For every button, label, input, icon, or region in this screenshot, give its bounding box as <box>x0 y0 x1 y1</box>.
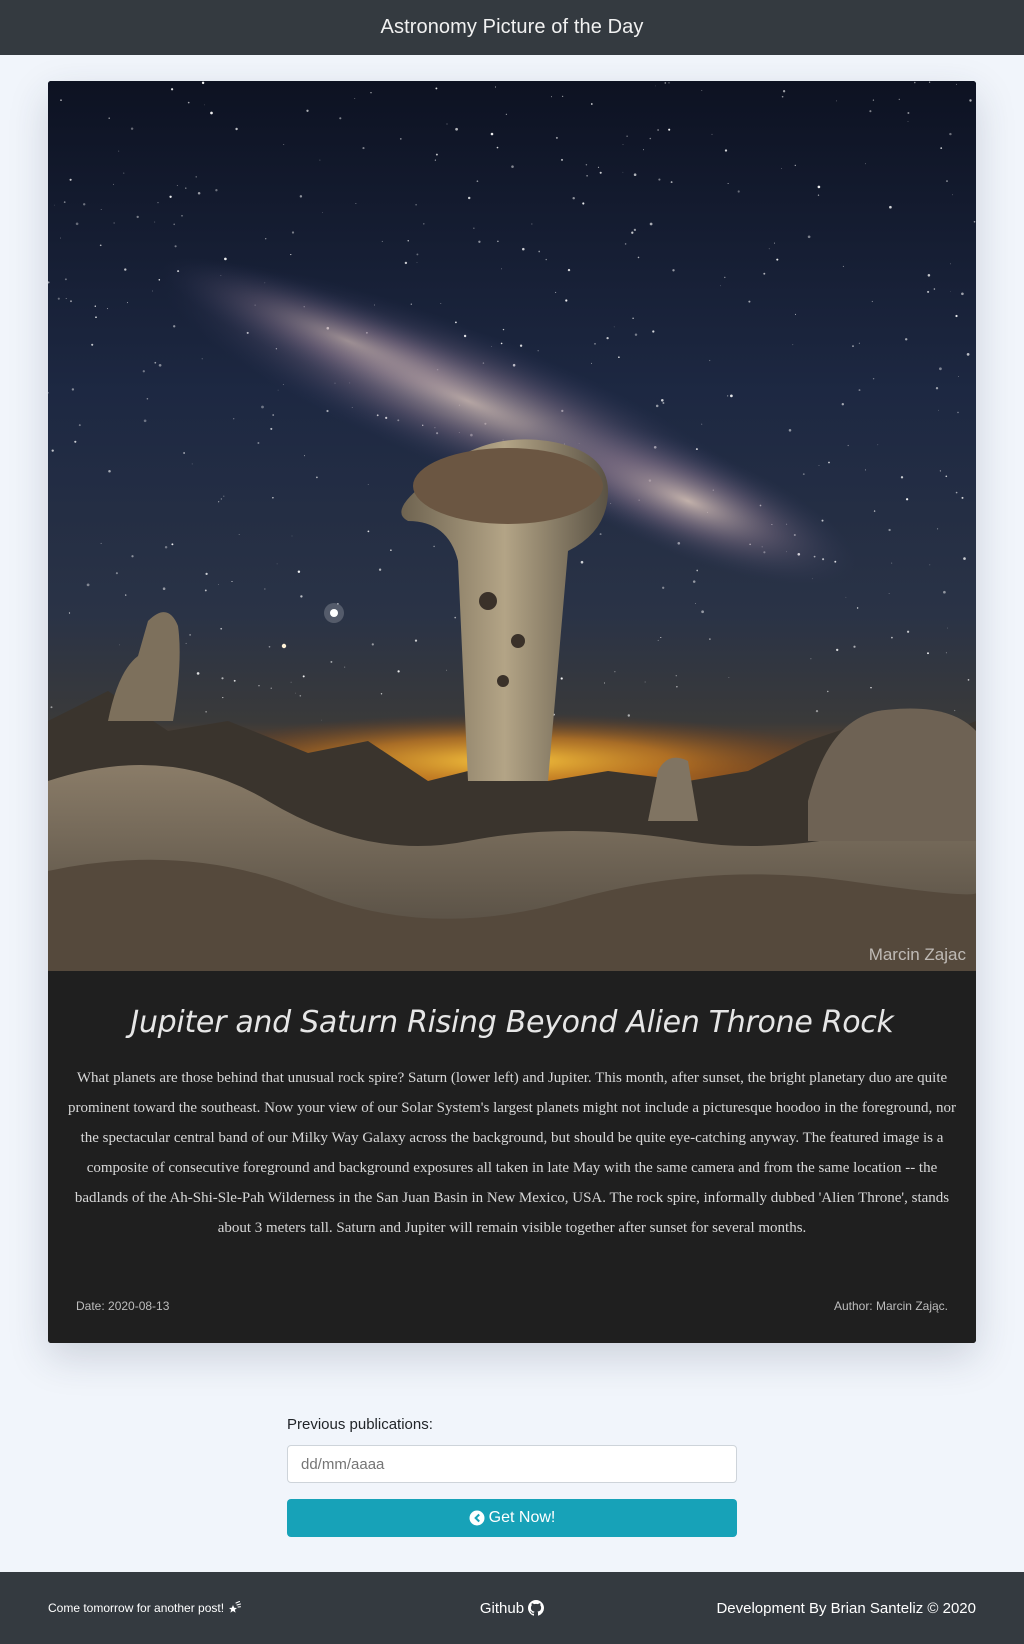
get-now-button[interactable]: Get Now! <box>287 1499 737 1537</box>
apod-title: Jupiter and Saturn Rising Beyond Alien T… <box>130 1005 894 1040</box>
github-icon <box>528 1600 545 1616</box>
shooting-star-icon <box>229 1601 242 1613</box>
apod-card: Marcin Zajac Jupiter and Saturn Rising B… <box>48 81 976 1343</box>
github-link[interactable]: Github <box>479 1599 545 1617</box>
apod-date: Date: 2020-08-13 <box>76 1299 170 1313</box>
github-label: Github <box>479 1599 525 1617</box>
arrow-circle-left-icon <box>469 1510 485 1526</box>
previous-publications-form: Previous publications: Get Now! <box>287 1416 737 1537</box>
apod-author: Author: Marcin Zając. <box>833 1299 948 1313</box>
page-footer: Come tomorrow for another post! Github D… <box>0 1572 1024 1644</box>
get-now-label: Get Now! <box>488 1509 556 1526</box>
footer-tagline-text: Come tomorrow for another post! <box>48 1601 225 1615</box>
footer-tagline: Come tomorrow for another post! <box>48 1601 348 1615</box>
image-watermark: Marcin Zajac <box>868 945 966 964</box>
footer-credit: Development By Brian Santeliz © 2020 <box>716 1599 976 1617</box>
previous-publications-label: Previous publications: <box>287 1416 433 1433</box>
date-input[interactable] <box>287 1445 737 1483</box>
apod-image: Marcin Zajac <box>48 81 976 971</box>
apod-meta: Date: 2020-08-13 Author: Marcin Zając. <box>76 1299 948 1313</box>
apod-explanation: What planets are those behind that unusu… <box>67 1070 957 1236</box>
app-title: Astronomy Picture of the Day <box>380 16 644 38</box>
top-navbar: Astronomy Picture of the Day <box>0 0 1024 55</box>
apod-details: Jupiter and Saturn Rising Beyond Alien T… <box>48 971 976 1343</box>
